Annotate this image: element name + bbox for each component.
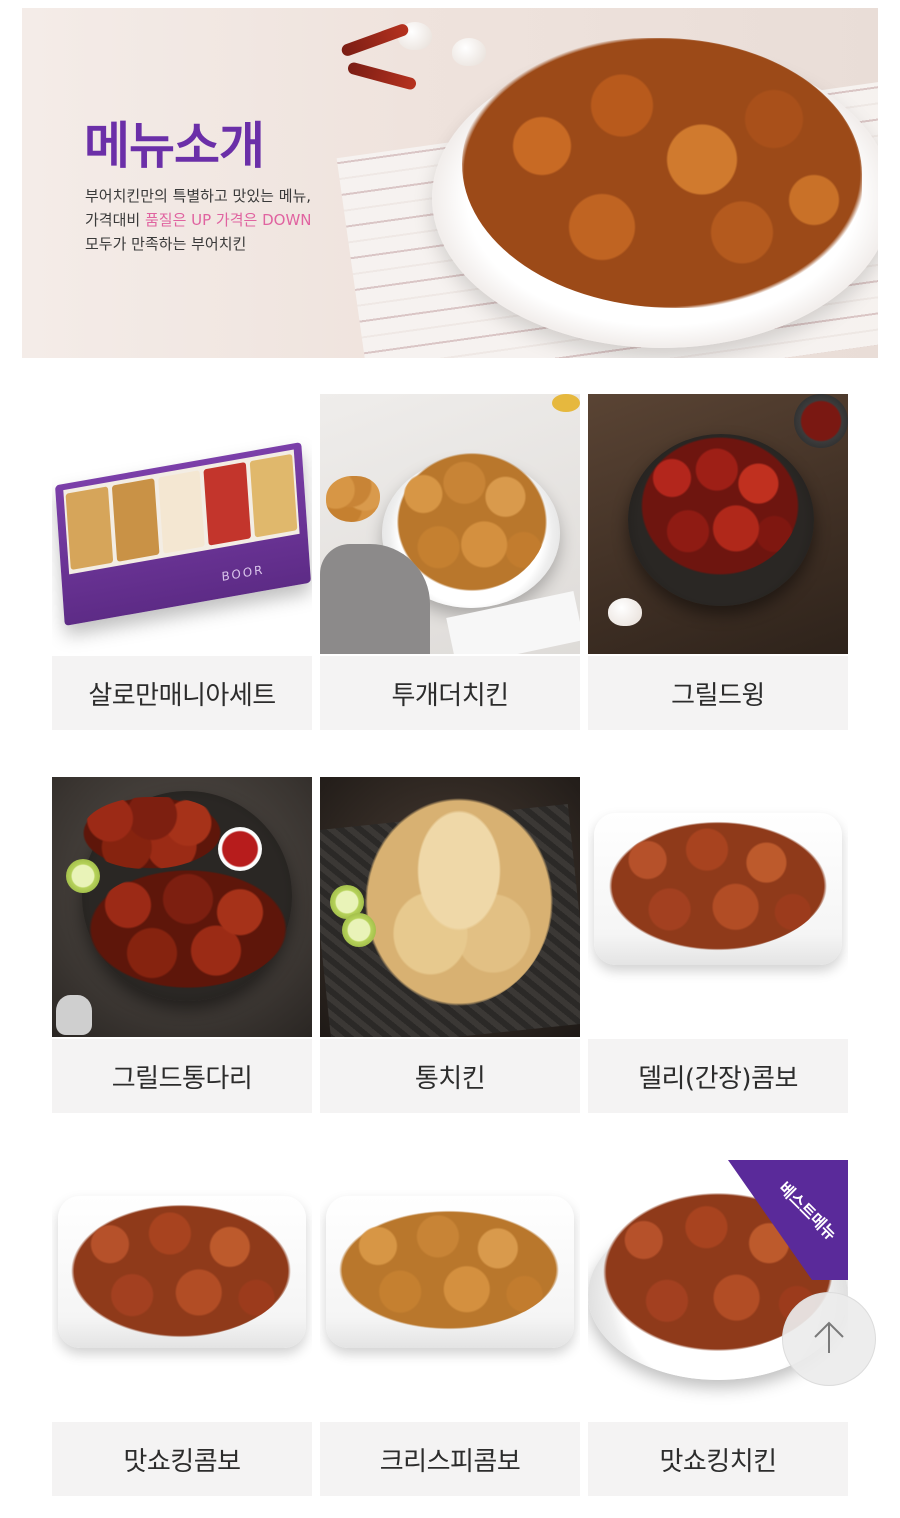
menu-label[interactable]: 살로만매니아세트 [52, 656, 312, 730]
menu-label[interactable]: 통치킨 [320, 1039, 580, 1113]
menu-image[interactable] [320, 1160, 580, 1420]
chili-decoration [346, 61, 418, 91]
menu-image[interactable] [52, 777, 312, 1037]
menu-item-crispy-combo[interactable]: 크리스피콤보 [320, 1160, 580, 1498]
hero-banner: 메뉴소개 부어치킨만의 특별하고 맛있는 메뉴, 가격대비 품질은 UP 가격은… [22, 8, 878, 358]
chicken-piece [326, 476, 380, 522]
menu-image[interactable] [588, 394, 848, 654]
menu-item-matshoking-combo[interactable]: 맛쇼킹콤보 [52, 1160, 312, 1498]
menu-item-deli-combo[interactable]: 델리(간장)콤보 [588, 777, 848, 1115]
menu-label[interactable]: 그릴드통다리 [52, 1039, 312, 1113]
best-menu-badge: 베스트메뉴 [728, 1160, 848, 1280]
lime-decoration [342, 913, 376, 947]
sauce-cup [794, 394, 848, 448]
menu-item-together-chicken[interactable]: 투개더치킨 [320, 394, 580, 732]
menu-item-grilled-wing[interactable]: 그릴드윙 [588, 394, 848, 732]
menu-image[interactable] [588, 777, 848, 1037]
scroll-to-top-button[interactable] [782, 1292, 876, 1386]
lime-decoration [66, 859, 100, 893]
arrow-up-icon [807, 1315, 851, 1363]
hero-line-2-prefix: 가격대비 [85, 211, 145, 229]
menu-image[interactable]: BOOR [52, 394, 312, 654]
menu-image[interactable] [320, 777, 580, 1037]
hero-line-2: 가격대비 품질은 UP 가격은 DOWN [85, 208, 312, 232]
menu-item-whole-chicken[interactable]: 통치킨 [320, 777, 580, 1115]
sauce-cup [218, 827, 262, 871]
garlic-decoration [452, 38, 486, 66]
hero-highlight: 품질은 UP 가격은 DOWN [144, 211, 312, 229]
menu-label[interactable]: 투개더치킨 [320, 656, 580, 730]
garlic-decoration [608, 598, 642, 626]
box-logo: BOOR [221, 562, 265, 584]
menu-image[interactable] [52, 1160, 312, 1420]
menu-image[interactable] [320, 394, 580, 654]
menu-label[interactable]: 그릴드윙 [588, 656, 848, 730]
page-title: 메뉴소개 [84, 117, 265, 175]
hero-description: 부어치킨만의 특별하고 맛있는 메뉴, 가격대비 품질은 UP 가격은 DOWN… [85, 184, 312, 256]
menu-label[interactable]: 크리스피콤보 [320, 1422, 580, 1496]
menu-label[interactable]: 델리(간장)콤보 [588, 1039, 848, 1113]
hero-line-3: 모두가 만족하는 부어치킨 [85, 235, 247, 253]
sauce-decoration [552, 394, 580, 412]
hero-line-1: 부어치킨만의 특별하고 맛있는 메뉴, [85, 187, 312, 205]
menu-item-grilled-drumstick[interactable]: 그릴드통다리 [52, 777, 312, 1115]
menu-label[interactable]: 맛쇼킹콤보 [52, 1422, 312, 1496]
menu-item-salomon-mania-set[interactable]: BOOR 살로만매니아세트 [52, 394, 312, 732]
box-set-image: BOOR [54, 442, 312, 626]
menu-label[interactable]: 맛쇼킹치킨 [588, 1422, 848, 1496]
shaker-decoration [56, 995, 92, 1035]
